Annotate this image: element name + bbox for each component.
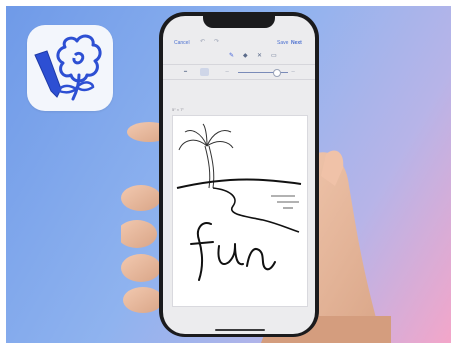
canvas-size-label: 5″ × 7″: [172, 107, 184, 112]
tool-row: [163, 50, 315, 65]
pen-icon[interactable]: ✎: [229, 53, 234, 60]
drawing-canvas[interactable]: [172, 115, 308, 307]
stroke-thin-icon[interactable]: ∼: [225, 69, 229, 76]
stroke-slider-thumb[interactable]: [273, 69, 281, 77]
eraser-icon[interactable]: ◆: [243, 53, 248, 60]
home-indicator: [215, 329, 265, 331]
layers-icon[interactable]: ▭: [271, 53, 277, 60]
drawing-strokes: [176, 123, 302, 281]
cancel-button[interactable]: Cancel: [174, 40, 190, 46]
flower-pen-icon: [34, 34, 102, 101]
lasso-icon[interactable]: ✕: [257, 53, 262, 60]
next-button[interactable]: Next: [291, 40, 302, 46]
stroke-thick-icon[interactable]: ∼: [291, 69, 295, 76]
app-icon: [27, 25, 113, 111]
save-button[interactable]: Save: [277, 40, 288, 46]
undo-icon[interactable]: ↶: [200, 39, 205, 46]
redo-icon[interactable]: ↷: [214, 39, 219, 46]
line-width-icon[interactable]: ━: [184, 69, 187, 76]
color-swatch[interactable]: [200, 68, 209, 76]
phone-notch: [203, 12, 275, 28]
